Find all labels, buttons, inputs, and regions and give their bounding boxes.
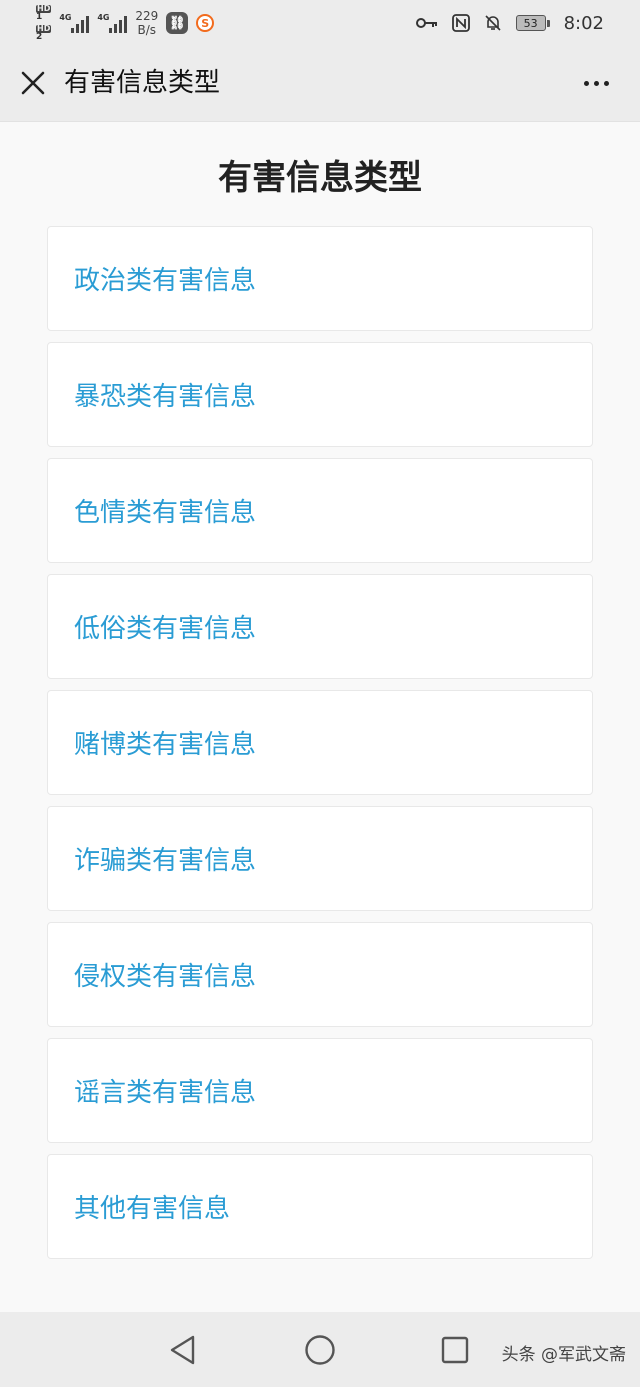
signal-2-label: 4G xyxy=(97,13,110,22)
category-item-pornography[interactable]: 色情类有害信息 xyxy=(47,458,593,563)
category-item-infringement[interactable]: 侵权类有害信息 xyxy=(47,922,593,1027)
hd-indicators: HD 1 HD 2 xyxy=(36,4,52,42)
back-triangle-icon xyxy=(170,1335,195,1365)
nfc-icon xyxy=(451,14,470,32)
category-item-rumor[interactable]: 谣言类有害信息 xyxy=(47,1038,593,1143)
category-item-fraud[interactable]: 诈骗类有害信息 xyxy=(47,806,593,911)
category-label: 赌博类有害信息 xyxy=(74,730,257,760)
signal-1-icon: 4G xyxy=(59,13,90,33)
clock: 8:02 xyxy=(563,12,604,34)
status-left: HD 1 HD 2 4G 4G 229 B/s ⛓ S xyxy=(36,4,215,42)
recents-button[interactable] xyxy=(437,1332,473,1368)
content-area: 有害信息类型 政治类有害信息 暴恐类有害信息 色情类有害信息 低俗类有害信息 赌… xyxy=(0,122,640,1312)
category-label: 低俗类有害信息 xyxy=(74,614,257,644)
category-label: 政治类有害信息 xyxy=(74,266,257,296)
category-label: 暴恐类有害信息 xyxy=(74,382,257,412)
battery-icon: 53 xyxy=(515,15,550,31)
system-nav-bar: 头条 @军武文斋 xyxy=(0,1312,640,1387)
category-item-vulgar[interactable]: 低俗类有害信息 xyxy=(47,574,593,679)
speed-value: 229 xyxy=(135,9,159,23)
category-label: 色情类有害信息 xyxy=(74,498,257,528)
category-item-political[interactable]: 政治类有害信息 xyxy=(47,226,593,331)
link-app-icon: ⛓ xyxy=(166,12,189,34)
back-button[interactable] xyxy=(165,1332,201,1368)
key-icon xyxy=(415,18,437,28)
category-item-gambling[interactable]: 赌博类有害信息 xyxy=(47,690,593,795)
status-right: 53 8:02 xyxy=(415,6,604,40)
page-title: 有害信息类型 xyxy=(218,158,422,198)
category-label: 诈骗类有害信息 xyxy=(74,846,257,876)
signal-2-icon: 4G xyxy=(97,13,128,33)
home-circle-icon xyxy=(305,1335,335,1365)
more-button[interactable] xyxy=(576,66,616,100)
hd2-sub: 2 xyxy=(36,31,43,42)
nav-bar: 有害信息类型 xyxy=(0,44,640,122)
category-list: 政治类有害信息 暴恐类有害信息 色情类有害信息 低俗类有害信息 赌博类有害信息 … xyxy=(47,226,593,1270)
sogou-app-icon: S xyxy=(196,14,215,32)
close-icon xyxy=(21,71,45,95)
status-bar: HD 1 HD 2 4G 4G 229 B/s ⛓ S 53 8:02 xyxy=(0,0,640,44)
watermark: 头条 @军武文斋 xyxy=(501,1345,626,1365)
recents-square-icon xyxy=(441,1336,469,1364)
hd1-sub: 1 xyxy=(36,11,43,22)
battery-level: 53 xyxy=(515,15,546,31)
category-item-other[interactable]: 其他有害信息 xyxy=(47,1154,593,1259)
category-label: 其他有害信息 xyxy=(74,1194,231,1224)
more-dots-icon xyxy=(583,80,589,86)
nav-title: 有害信息类型 xyxy=(64,68,221,98)
speed-unit: B/s xyxy=(137,23,157,37)
home-button[interactable] xyxy=(302,1332,338,1368)
network-speed: 229 B/s xyxy=(135,9,158,37)
category-label: 谣言类有害信息 xyxy=(74,1078,257,1108)
signal-1-label: 4G xyxy=(59,13,72,22)
close-button[interactable] xyxy=(16,66,50,100)
category-label: 侵权类有害信息 xyxy=(74,962,257,992)
category-item-terror[interactable]: 暴恐类有害信息 xyxy=(47,342,593,447)
bell-muted-icon xyxy=(485,15,501,31)
